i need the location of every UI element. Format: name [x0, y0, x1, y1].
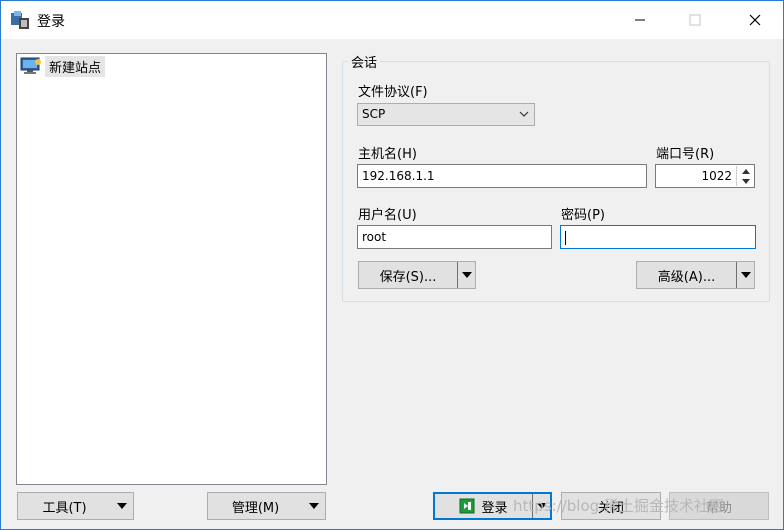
session-group-title: 会话: [348, 52, 381, 71]
tree-item-new-site[interactable]: 新建站点: [20, 55, 106, 77]
login-button-label: 登录: [481, 500, 508, 516]
dropdown-arrow-icon: [309, 503, 319, 509]
triangle-up-icon: [741, 168, 750, 174]
save-button-label: 保存(S)...: [379, 269, 437, 285]
host-input[interactable]: 192.168.1.1: [357, 164, 647, 188]
close-window-button[interactable]: [728, 1, 782, 39]
login-icon: [459, 498, 475, 514]
port-label: 端口号(R): [656, 147, 715, 162]
spin-up-button[interactable]: [737, 166, 754, 176]
help-button-label: 帮助: [705, 500, 732, 516]
help-button[interactable]: 帮助: [669, 492, 769, 520]
window-title: 登录: [37, 14, 65, 30]
save-button[interactable]: 保存(S)...: [358, 261, 476, 289]
close-icon: [749, 14, 761, 26]
protocol-label: 文件协议(F): [358, 85, 428, 100]
login-button[interactable]: 登录: [433, 492, 552, 520]
password-input[interactable]: [560, 225, 756, 249]
tools-button-label: 工具(T): [42, 500, 87, 516]
login-dialog: 登录 新建站点 会话 文件协议(F) SCP 主机名(H) 192.168.1.…: [0, 0, 784, 530]
dropdown-arrow-icon: [536, 503, 547, 509]
dropdown-arrow-icon: [461, 272, 472, 278]
computer-icon: [20, 57, 41, 74]
close-button[interactable]: 关闭: [561, 492, 661, 520]
tree-item-label: 新建站点: [45, 55, 106, 77]
maximize-icon: [689, 14, 701, 26]
spin-down-button[interactable]: [737, 176, 754, 186]
winscp-app-icon: [11, 11, 29, 29]
maximize-button: [668, 1, 722, 39]
site-tree[interactable]: 新建站点: [16, 53, 327, 485]
port-spinner[interactable]: [736, 166, 754, 186]
save-dropdown-toggle[interactable]: [457, 262, 475, 288]
dropdown-arrow-icon: [117, 503, 127, 509]
title-bar: 登录: [1, 1, 783, 39]
triangle-down-icon: [741, 178, 750, 184]
close-button-label: 关闭: [597, 500, 624, 516]
manage-button[interactable]: 管理(M): [207, 492, 326, 520]
chevron-down-icon: [519, 111, 529, 117]
minimize-icon: [635, 19, 645, 21]
advanced-button-label: 高级(A)...: [657, 269, 716, 285]
dropdown-arrow-icon: [740, 272, 751, 278]
advanced-button[interactable]: 高级(A)...: [636, 261, 755, 289]
user-label: 用户名(U): [358, 208, 417, 223]
protocol-select[interactable]: SCP: [357, 103, 535, 126]
host-label: 主机名(H): [358, 147, 417, 162]
tools-button[interactable]: 工具(T): [17, 492, 134, 520]
manage-button-label: 管理(M): [231, 500, 280, 516]
user-input[interactable]: root: [357, 225, 552, 249]
advanced-dropdown-toggle[interactable]: [736, 262, 754, 288]
protocol-value: SCP: [362, 107, 386, 121]
minimize-button[interactable]: [613, 1, 667, 39]
text-cursor: [565, 230, 566, 245]
password-label: 密码(P): [561, 208, 605, 223]
login-dropdown-toggle[interactable]: [532, 494, 550, 518]
